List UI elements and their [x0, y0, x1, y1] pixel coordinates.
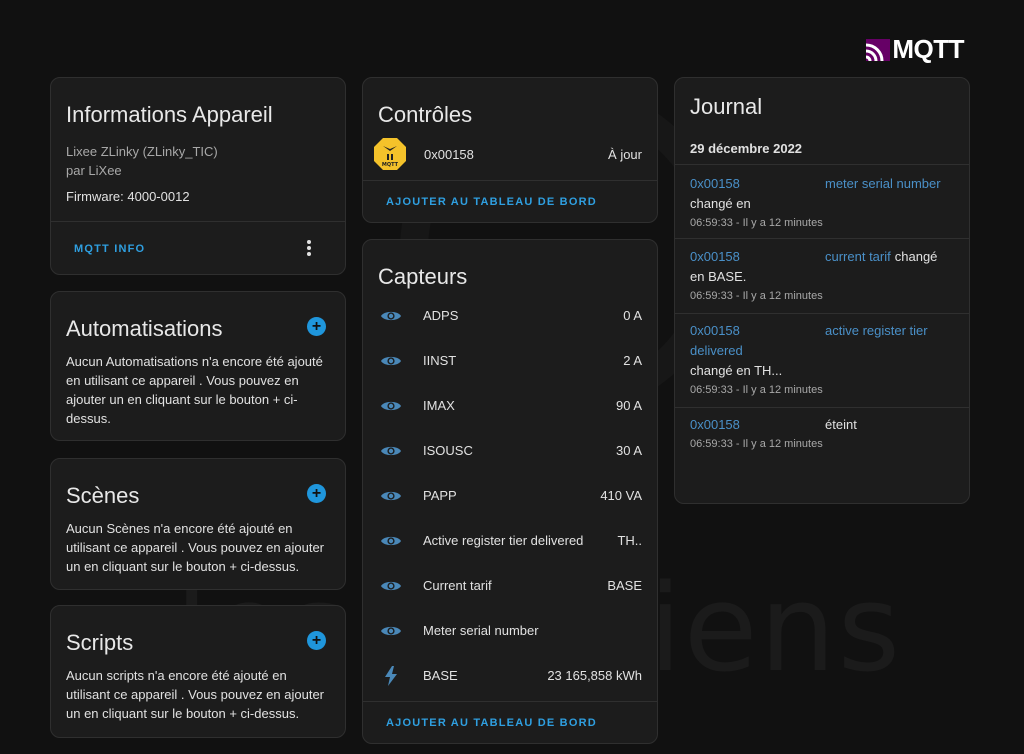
sensor-label: ISOUSC: [423, 443, 473, 458]
eye-icon: [379, 484, 403, 508]
eye-icon: [379, 574, 403, 598]
device-model: Lixee ZLinky (ZLinky_TIC): [66, 144, 218, 159]
sensors-title: Capteurs: [378, 264, 468, 289]
scripts-empty-text: Aucun scripts n'a encore été ajouté en u…: [66, 668, 325, 721]
divider: [675, 407, 969, 408]
scenes-card: Scènes + Aucun Scènes n'a encore été ajo…: [50, 458, 346, 590]
journal-entry-device[interactable]: 0x00158: [690, 321, 825, 341]
journal-entry-time: 06:59:33 - Il y a 12 minutes: [690, 438, 823, 450]
journal-entry[interactable]: 0x00158 éteint 06:59:33 - Il y a 12 minu…: [675, 415, 969, 450]
sensor-label: IINST: [423, 353, 457, 368]
eye-icon: [379, 529, 403, 553]
scripts-card: Scripts + Aucun scripts n'a encore été a…: [50, 605, 346, 738]
journal-entry-action-cont: en BASE.: [690, 269, 747, 284]
sensor-label: Current tarif: [423, 578, 492, 593]
eye-icon: [379, 394, 403, 418]
controls-title: Contrôles: [378, 102, 473, 127]
journal-card: Journal 29 décembre 2022 0x00158 meter s…: [674, 77, 970, 504]
eye-icon: [379, 619, 403, 643]
journal-entry-action: changé: [894, 249, 938, 264]
mqtt-signal-icon: [866, 38, 891, 61]
scripts-title: Scripts: [66, 630, 134, 655]
sensor-label: PAPP: [423, 488, 457, 503]
journal-entry-device[interactable]: 0x00158: [690, 247, 825, 267]
journal-entry-time: 06:59:33 - Il y a 12 minutes: [690, 217, 823, 229]
journal-entry[interactable]: 0x00158 current tarif changé en BASE. 06…: [675, 247, 969, 302]
sensor-value: 0 A: [623, 308, 642, 323]
journal-entry-time: 06:59:33 - Il y a 12 minutes: [690, 290, 823, 302]
sensor-label: ADPS: [423, 308, 459, 323]
sensor-row[interactable]: BASE 23 165,858 kWh: [363, 653, 657, 698]
add-automation-button[interactable]: +: [307, 317, 326, 336]
eye-icon: [379, 304, 403, 328]
sensor-value: 90 A: [615, 398, 642, 413]
device-info-card: Informations Appareil Lixee ZLinky (ZLin…: [50, 77, 346, 275]
sensor-row[interactable]: Active register tier delivered TH..: [363, 518, 657, 563]
more-options-icon[interactable]: [301, 237, 317, 259]
sensor-value: 23 165,858 kWh: [547, 668, 642, 683]
journal-entry-entity-cont[interactable]: delivered: [690, 341, 954, 361]
firmware-update-icon: MQTT: [374, 138, 406, 170]
sensor-value: 410 VA: [600, 488, 642, 503]
divider: [675, 313, 969, 314]
sensor-label: BASE: [423, 668, 458, 683]
sensor-row[interactable]: Current tarif BASE: [363, 563, 657, 608]
journal-entry[interactable]: 0x00158 meter serial number changé en 06…: [675, 174, 969, 229]
journal-entry-device[interactable]: 0x00158: [690, 415, 825, 435]
sensor-value: 30 A: [615, 443, 642, 458]
journal-entry-entity[interactable]: active register tier: [825, 321, 928, 341]
scenes-title: Scènes: [66, 483, 140, 508]
eye-icon: [379, 349, 403, 373]
journal-entry-device[interactable]: 0x00158: [690, 174, 825, 194]
svg-text:MQTT: MQTT: [382, 162, 399, 168]
journal-title: Journal: [690, 94, 763, 119]
controls-item[interactable]: MQTT 0x00158 À jour: [363, 134, 657, 174]
sensor-value: TH..: [617, 533, 642, 548]
journal-date: 29 décembre 2022: [690, 141, 803, 156]
mqtt-info-button[interactable]: MQTT INFO: [74, 243, 145, 255]
sensor-row[interactable]: IMAX 90 A: [363, 383, 657, 428]
sensor-label: Meter serial number: [423, 623, 539, 638]
divider: [675, 238, 969, 239]
scenes-empty-text: Aucun Scènes n'a encore été ajouté en ut…: [66, 521, 325, 574]
device-info-title: Informations Appareil: [66, 102, 273, 127]
sensor-row[interactable]: IINST 2 A: [363, 338, 657, 383]
automations-card: Automatisations + Aucun Automatisations …: [50, 291, 346, 441]
add-to-dashboard-button[interactable]: AJOUTER AU TABLEAU DE BORD: [386, 717, 597, 729]
divider: [363, 701, 657, 702]
divider: [363, 180, 657, 181]
mqtt-logo: MQTT: [866, 34, 964, 65]
journal-entry-action: changé en: [690, 196, 751, 211]
automations-title: Automatisations: [66, 316, 223, 341]
add-scene-button[interactable]: +: [307, 484, 326, 503]
divider: [51, 221, 345, 222]
journal-entry-action: changé en TH...: [690, 363, 783, 378]
sensor-row[interactable]: ISOUSC 30 A: [363, 428, 657, 473]
divider: [675, 164, 969, 165]
eye-icon: [379, 439, 403, 463]
sensor-row[interactable]: Meter serial number: [363, 608, 657, 653]
journal-entry-entity[interactable]: meter serial number: [825, 174, 941, 194]
sensor-value: 2 A: [623, 353, 642, 368]
sensor-row[interactable]: PAPP 410 VA: [363, 473, 657, 518]
journal-entry-time: 06:59:33 - Il y a 12 minutes: [690, 384, 823, 396]
mqtt-logo-text: MQTT: [892, 34, 964, 64]
add-to-dashboard-button[interactable]: AJOUTER AU TABLEAU DE BORD: [386, 196, 597, 208]
device-manufacturer: par LiXee: [66, 163, 122, 178]
sensor-row[interactable]: ADPS 0 A: [363, 293, 657, 338]
lightning-icon: [379, 664, 403, 688]
journal-entry-action: éteint: [825, 417, 857, 432]
sensors-card: Capteurs ADPS 0 A IINST 2 A IMAX 90 A ISOUSC 30…: [362, 239, 658, 744]
add-script-button[interactable]: +: [307, 631, 326, 650]
controls-card: Contrôles MQTT 0x00158 À jour AJOUTER AU…: [362, 77, 658, 223]
sensor-value: BASE: [607, 578, 642, 593]
controls-item-name: 0x00158: [424, 146, 474, 162]
sensor-label: Active register tier delivered: [423, 533, 584, 548]
device-firmware: Firmware: 4000-0012: [66, 189, 190, 204]
controls-item-state: À jour: [608, 146, 642, 162]
sensor-label: IMAX: [423, 398, 455, 413]
journal-entry-entity[interactable]: current tarif: [825, 247, 891, 267]
automations-empty-text: Aucun Automatisations n'a encore été ajo…: [66, 354, 323, 426]
journal-entry[interactable]: 0x00158 active register tier delivered c…: [675, 321, 969, 396]
